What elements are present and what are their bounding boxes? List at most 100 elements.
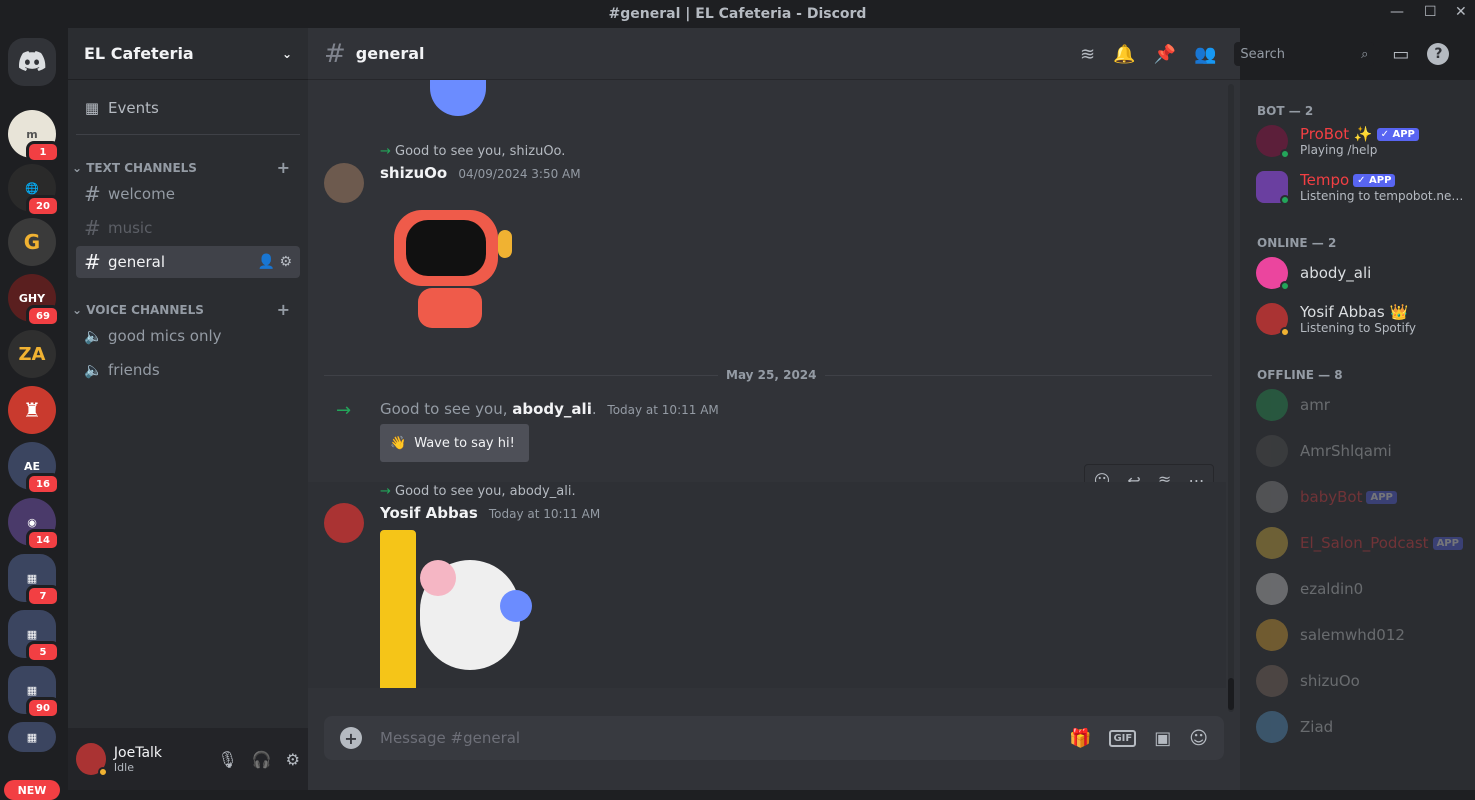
member-yosif-abbas[interactable]: Yosif Abbas 👑 Listening to Spotify [1256,298,1466,340]
member-shizuoo[interactable]: shizuOo [1256,660,1466,702]
new-servers-pill[interactable]: NEW [4,780,60,800]
message-author[interactable]: Yosif Abbas [380,504,478,522]
chat-area: # general → Good to see you, shizuOo. sh… [308,28,1240,790]
server-icon-7[interactable]: AE 16 [8,442,60,495]
gear-icon[interactable]: ⚙ [279,254,292,270]
chevron-icon: ⌄ [72,302,87,317]
member-list-icon[interactable]: 👥 [1194,44,1216,65]
guild-header[interactable]: EL Cafeteria ⌄ [68,28,308,80]
member-salemwhd012[interactable]: salemwhd012 [1256,614,1466,656]
message-input[interactable]: Message #general [380,729,1069,747]
user-name: JoeTalk [113,744,163,761]
gif-icon[interactable]: GIF [1109,729,1137,747]
discord-logo-icon [19,51,46,71]
voice-channels-category[interactable]: ⌄ VOICE CHANNELS + [72,300,300,319]
member-ezaldin0[interactable]: ezaldin0 [1256,568,1466,610]
add-attachment-icon[interactable]: + [340,727,362,749]
member-el-salon-podcast[interactable]: El_Salon_Podcast APP [1256,522,1466,564]
member-abody-ali[interactable]: abody_ali [1256,252,1466,294]
app-tag: ✓ APP [1353,174,1396,187]
emoji-icon[interactable]: ☺ [1189,728,1208,749]
server-icon-5[interactable]: ZA [8,330,56,378]
joined-user-name[interactable]: abody_ali [512,400,592,418]
calendar-icon: ▦ [84,99,100,117]
chat-scrollbar[interactable] [1228,84,1234,712]
message-yosif-abbas: → Good to see you, abody_ali. Yosif Abba… [324,484,601,688]
sticker-icon[interactable]: ▣ [1154,728,1171,749]
add-channel-icon[interactable]: + [277,300,290,319]
help-icon[interactable]: ? [1427,43,1450,65]
hashtag-icon: # [84,216,101,240]
join-arrow-icon: → [380,484,396,499]
sticker-image [430,80,486,116]
server-folder-1[interactable]: ▦ 7 [8,554,60,607]
user-avatar[interactable] [76,743,108,777]
discord-home-button[interactable] [8,38,56,86]
join-arrow-icon: → [380,144,396,159]
window-titlebar: #general | EL Cafeteria - Discord — ☐ ✕ [0,0,1475,28]
channel-music[interactable]: # music [76,212,300,244]
notification-bell-icon[interactable]: 🔔 [1113,44,1135,65]
threads-icon[interactable]: ≋ [1080,44,1095,65]
gift-icon[interactable]: 🎁 [1069,728,1091,749]
robot-wave-sticker [388,200,518,340]
online-section-header: ONLINE — 2 [1257,236,1337,250]
offline-section-header: OFFLINE — 8 [1257,368,1343,382]
text-channels-category[interactable]: ⌄ TEXT CHANNELS + [72,158,300,177]
chevron-icon: ⌄ [72,160,87,175]
member-amrshlqami[interactable]: AmrShlqami [1256,430,1466,472]
server-icon-1[interactable]: m1 [8,110,60,163]
close-icon[interactable]: ✕ [1455,4,1467,20]
member-tempo[interactable]: Tempo✓ APP Listening to tempobot.net | /… [1256,166,1466,208]
member-probot[interactable]: ProBot ✨ ✓ APP Playing /help [1256,120,1466,162]
date-divider-label: May 25, 2024 [718,368,825,382]
inbox-icon[interactable]: ▭ [1392,44,1409,65]
server-icon-3[interactable]: G [8,218,56,266]
chevron-down-icon: ⌄ [281,46,292,61]
maximize-icon[interactable]: ☐ [1424,4,1437,20]
header-toolbar: ≋ 🔔 📌 👥 Search ⌕ ▭ ? [1080,42,1450,66]
message-composer: + Message #general 🎁 GIF ▣ ☺ [324,716,1224,760]
pin-icon[interactable]: 📌 [1154,44,1176,65]
app-tag: APP [1432,537,1463,550]
avatar[interactable] [324,163,364,203]
server-folder-2[interactable]: ▦ 5 [8,610,60,663]
member-amr[interactable]: amr [1256,384,1466,426]
message-shizuoo: → Good to see you, shizuOo. shizuOo 04/0… [324,144,581,328]
member-list: BOT — 2 ProBot ✨ ✓ APP Playing /help Temp… [1240,80,1475,790]
microphone-icon[interactable]: 🎙 [217,750,237,769]
hashtag-icon: # [324,38,346,69]
scrollbar-thumb[interactable] [1228,678,1234,710]
channel-general[interactable]: # general 👤 ⚙ [76,246,300,278]
avatar[interactable] [324,503,364,543]
mouse-wave-sticker [380,530,540,688]
message-timestamp: Today at 10:11 AM [488,507,601,521]
hashtag-icon: # [84,182,101,206]
member-babybot[interactable]: babyBot APP [1256,476,1466,518]
minimize-icon[interactable]: — [1390,4,1404,20]
server-icon-2[interactable]: 🌐 20 [8,164,60,217]
server-icon-4[interactable]: GHY 69 [8,274,60,327]
headphones-icon[interactable]: 🎧 [252,750,272,769]
voice-channel-good-mics-only[interactable]: 🔈 good mics only [76,320,300,352]
gear-icon[interactable]: ⚙ [286,750,300,769]
server-icon-6[interactable]: ♜ [8,386,56,434]
channel-welcome[interactable]: # welcome [76,178,300,210]
message-author[interactable]: shizuOo [380,164,447,182]
search-input[interactable]: Search ⌕ [1234,42,1375,66]
server-folder-4[interactable]: ▦ [8,722,56,752]
window-title: #general | EL Cafeteria - Discord [608,6,867,22]
guild-name: EL Cafeteria [84,44,194,63]
system-join-message: → Good to see you, abody_ali. Today at 1… [324,400,1204,462]
events-item[interactable]: ▦ Events [76,92,300,124]
invite-icon[interactable]: 👤 [258,254,275,270]
add-channel-icon[interactable]: + [277,158,290,177]
wave-to-say-hi-button[interactable]: 👋 Wave to say hi! [380,424,529,462]
member-ziad[interactable]: Ziad [1256,706,1466,748]
speaker-icon: 🔈 [84,327,103,345]
server-folder-3[interactable]: ▦ 90 [8,666,60,719]
server-list: m1 🌐 20 G GHY 69 ZA ♜ AE 16 ◉ 14 ▦ 7 ▦ 5 ▦ 90 ▦… [0,28,68,800]
server-icon-8[interactable]: ◉ 14 [8,498,60,551]
voice-channel-friends[interactable]: 🔈 friends [76,354,300,386]
speaker-icon: 🔈 [84,361,103,379]
